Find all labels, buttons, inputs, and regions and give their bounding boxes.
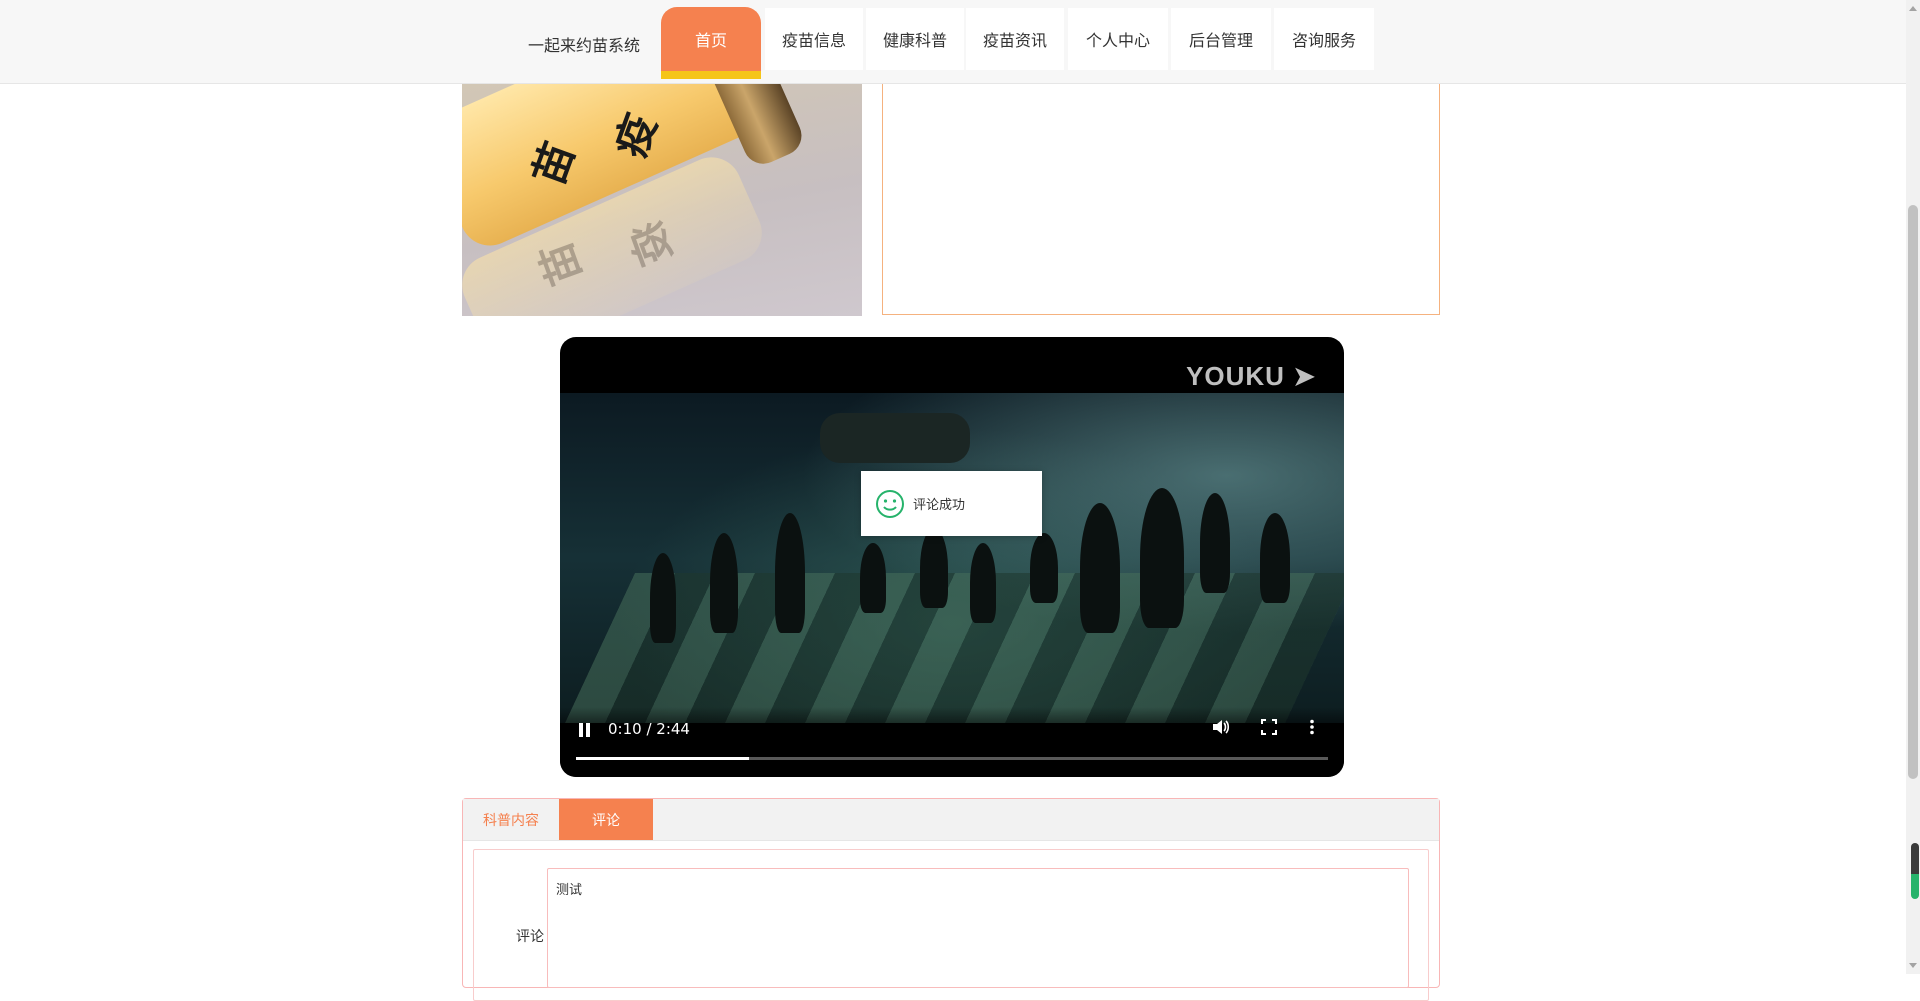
nav-item-personal-center[interactable]: 个人中心: [1068, 8, 1168, 70]
scroll-down-arrow-icon[interactable]: [1909, 963, 1917, 968]
pause-icon[interactable]: [578, 723, 592, 737]
video-controls: 0:10 / 2:44: [560, 707, 1344, 777]
video-frame: [560, 393, 1344, 723]
nav-item-label: 首页: [694, 31, 727, 50]
chess-piece: [860, 543, 886, 613]
video-progress-played: [576, 757, 749, 760]
chess-piece: [775, 513, 805, 633]
nav-item-consult-service[interactable]: 咨询服务: [1274, 8, 1374, 70]
video-time: 0:10 / 2:44: [608, 720, 690, 738]
side-widget[interactable]: [1911, 843, 1919, 899]
nav-item-admin[interactable]: 后台管理: [1171, 8, 1271, 70]
chess-board: [565, 573, 1344, 723]
chess-piece: [710, 533, 738, 633]
chess-piece: [1200, 493, 1230, 593]
nav-item-label: 疫苗信息: [781, 31, 846, 50]
success-toast: 评论成功: [861, 471, 1042, 536]
nav-item-vaccine-news[interactable]: 疫苗资讯: [966, 8, 1064, 70]
info-box: [882, 84, 1440, 315]
comment-form: 评论 测试: [473, 849, 1429, 1001]
tab-label: 科普内容: [483, 812, 539, 829]
tab-science-content[interactable]: 科普内容: [463, 799, 559, 840]
player-hand: [820, 413, 970, 463]
chess-piece: [970, 543, 996, 623]
scroll-thumb[interactable]: [1908, 205, 1918, 779]
nav-item-label: 疫苗资讯: [982, 31, 1047, 50]
nav-item-label: 咨询服务: [1291, 31, 1356, 50]
scroll-up-arrow-icon[interactable]: [1909, 6, 1917, 11]
nav-item-health-science[interactable]: 健康科普: [866, 8, 964, 70]
site-brand[interactable]: 一起来约苗系统: [528, 32, 640, 56]
chess-piece: [1030, 533, 1058, 603]
youku-logo-text: YOUKU: [1186, 361, 1285, 391]
smile-icon: [876, 489, 904, 518]
youku-arrow-icon: ➤: [1293, 361, 1316, 391]
tab-label: 评论: [592, 812, 620, 829]
comment-label: 评论: [516, 929, 544, 945]
tab-bar: 科普内容 评论: [463, 799, 1439, 841]
nav-item-label: 个人中心: [1085, 31, 1150, 50]
chess-piece: [650, 553, 676, 643]
fullscreen-icon[interactable]: [1261, 719, 1277, 739]
nav-item-label: 健康科普: [882, 31, 947, 50]
chess-piece: [1080, 503, 1120, 633]
vaccine-image: 疫 苗 疫 苗: [462, 84, 862, 316]
volume-icon[interactable]: [1212, 719, 1230, 739]
comment-textarea[interactable]: 测试: [547, 868, 1409, 988]
nav-item-home[interactable]: 首页: [661, 7, 761, 79]
more-icon[interactable]: [1309, 719, 1315, 739]
chess-piece: [1260, 513, 1290, 603]
chess-piece: [920, 528, 948, 608]
tab-comments[interactable]: 评论: [559, 799, 653, 840]
video-player[interactable]: YOUKU ➤ 0:10 / 2:44: [560, 337, 1344, 777]
nav-item-label: 后台管理: [1188, 31, 1253, 50]
chess-piece: [1140, 488, 1184, 628]
content-tabs-panel: 科普内容 评论 评论 测试: [462, 798, 1440, 1001]
toast-message: 评论成功: [913, 498, 966, 513]
youku-logo: YOUKU ➤: [1186, 361, 1316, 392]
nav-item-vaccine-info[interactable]: 疫苗信息: [765, 8, 863, 70]
top-navigation-bar: 一起来约苗系统 首页 疫苗信息 健康科普 疫苗资讯 个人中心 后台管理 咨询服务: [0, 0, 1906, 84]
page-scrollbar[interactable]: [1906, 0, 1920, 974]
video-progress-bar[interactable]: [576, 757, 1328, 760]
